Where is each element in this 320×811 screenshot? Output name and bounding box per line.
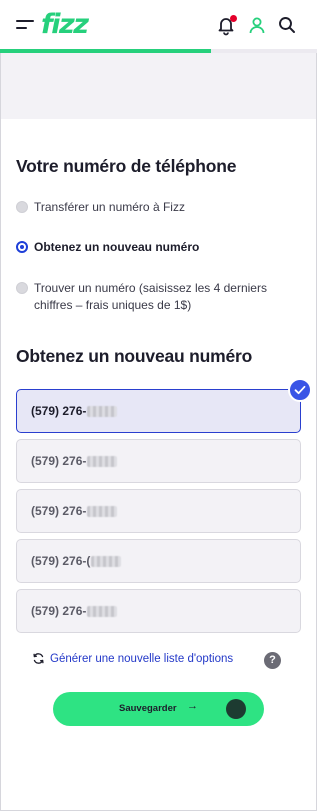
option-find-number[interactable]: Trouver un numéro (saisissez les 4 derni… [16,280,306,314]
top-header: fizz [0,0,317,53]
option-new-number[interactable]: Obtenez un nouveau numéro [16,239,306,256]
redacted-digits [91,556,122,568]
option-label: Obtenez un nouveau numéro [34,240,200,254]
save-label: Sauvegarder [119,703,177,714]
redacted-digits [87,606,118,618]
number-text: (579) 276- [31,404,118,418]
number-option-2[interactable]: (579) 276- [16,439,301,483]
regenerate-link[interactable]: Générer une nouvelle liste d'options [32,652,233,665]
new-number-section-title: Obtenez un nouveau numéro [16,346,253,366]
help-icon[interactable]: ? [264,652,281,669]
phone-section-title: Votre numéro de téléphone [16,156,237,176]
number-text: (579) 276- [31,604,118,618]
check-icon [288,378,312,402]
number-option-4[interactable]: (579) 276-( [16,539,301,583]
redacted-digits [87,406,118,418]
toggle-knob [226,699,246,719]
redacted-digits [87,456,118,468]
regenerate-label[interactable]: Générer une nouvelle liste d'options [50,653,233,665]
redacted-digits [87,506,118,518]
option-label: Trouver un numéro (saisissez les 4 derni… [34,281,267,312]
radio-button[interactable] [16,201,28,213]
user-icon[interactable] [246,14,268,36]
option-label: Transférer un numéro à Fizz [34,200,185,214]
number-text: (579) 276- [31,454,118,468]
fizz-logo[interactable]: fizz [41,10,89,40]
radio-button-selected[interactable] [16,241,28,253]
search-icon[interactable] [276,14,298,36]
number-text: (579) 276-( [31,554,122,568]
option-transfer-number[interactable]: Transférer un numéro à Fizz [16,199,306,216]
arrow-right-icon: → [187,700,198,712]
notification-dot [230,15,237,22]
menu-icon[interactable] [16,18,34,32]
number-option-1[interactable]: (579) 276- [16,389,301,433]
number-option-5[interactable]: (579) 276- [16,589,301,633]
radio-button[interactable] [16,282,28,294]
save-button[interactable]: Sauvegarder → [53,692,264,726]
number-option-3[interactable]: (579) 276- [16,489,301,533]
top-banner [1,53,316,119]
refresh-icon [33,653,44,664]
number-text: (579) 276- [31,504,118,518]
